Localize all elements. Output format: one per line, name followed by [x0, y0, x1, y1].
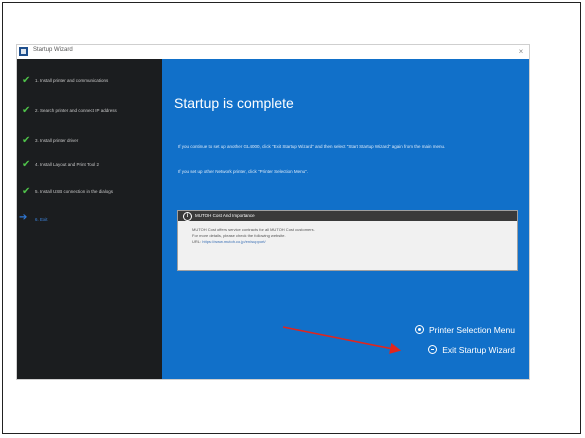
- exit-startup-wizard-label: Exit Startup Wizard: [442, 344, 515, 355]
- exit-startup-wizard-button[interactable]: Exit Startup Wizard: [428, 343, 515, 356]
- step-label: 1. Install printer and communications: [35, 78, 109, 83]
- page-title: Startup is complete: [174, 95, 294, 111]
- close-button[interactable]: ×: [516, 46, 526, 57]
- title-bar: Startup Wizard ×: [17, 45, 529, 60]
- check-icon: ✔: [22, 135, 31, 146]
- url-label: URL:: [192, 239, 202, 244]
- info-line: For more details, please check the follo…: [192, 233, 286, 238]
- step-1: ✔ 1. Install printer and communications: [17, 74, 162, 94]
- printer-selection-menu-button[interactable]: Printer Selection Menu: [415, 323, 515, 336]
- wizard-steps-sidebar: ✔ 1. Install printer and communications …: [17, 59, 162, 379]
- startup-wizard-window: Startup Wizard × ✔ 1. Install printer an…: [16, 44, 530, 380]
- info-icon: i: [183, 212, 192, 221]
- circle-dot-icon: [415, 325, 424, 334]
- info-panel: i MUTOH Cost And Importance MUTOH Cost o…: [177, 210, 518, 271]
- check-icon: ✔: [22, 186, 31, 197]
- app-icon: [19, 47, 28, 56]
- info-panel-header: i MUTOH Cost And Importance: [178, 211, 517, 221]
- network-printer-paragraph: If you set up other Network printer, cli…: [178, 169, 309, 174]
- step-label: 2. Search printer and connect IP address: [35, 108, 117, 113]
- step-label: 6. Exit: [35, 217, 48, 222]
- info-line: MUTOH Cost offers service contracts for …: [192, 227, 315, 232]
- step-label: 3. Install printer driver: [35, 138, 79, 143]
- window-title: Startup Wizard: [33, 47, 73, 53]
- instructions-paragraph: If you continue to set up another GL4000…: [178, 144, 446, 149]
- main-panel: Startup is complete If you continue to s…: [162, 59, 529, 379]
- check-icon: ✔: [22, 105, 31, 116]
- printer-selection-menu-label: Printer Selection Menu: [429, 324, 515, 335]
- arrow-right-icon: ➔: [19, 212, 28, 223]
- circle-exit-icon: [428, 345, 438, 354]
- step-label: 4. Install Layout and Print Tool 2: [35, 162, 99, 167]
- step-6-current: ➔ 6. Exit: [17, 213, 162, 233]
- info-url-line: URL: https://www.mutoh.co.jp/en/support/: [192, 239, 266, 244]
- info-panel-body: MUTOH Cost offers service contracts for …: [178, 221, 517, 270]
- step-4: ✔ 4. Install Layout and Print Tool 2: [17, 158, 162, 178]
- step-2: ✔ 2. Search printer and connect IP addre…: [17, 104, 162, 124]
- check-icon: ✔: [22, 75, 31, 86]
- step-3: ✔ 3. Install printer driver: [17, 134, 162, 154]
- step-5: ✔ 5. Install USB connection in the dialo…: [17, 185, 162, 205]
- support-link[interactable]: https://www.mutoh.co.jp/en/support/: [202, 239, 265, 244]
- step-label: 5. Install USB connection in the dialogs: [35, 189, 114, 194]
- info-panel-title: MUTOH Cost And Importance: [195, 213, 255, 218]
- check-icon: ✔: [22, 159, 31, 170]
